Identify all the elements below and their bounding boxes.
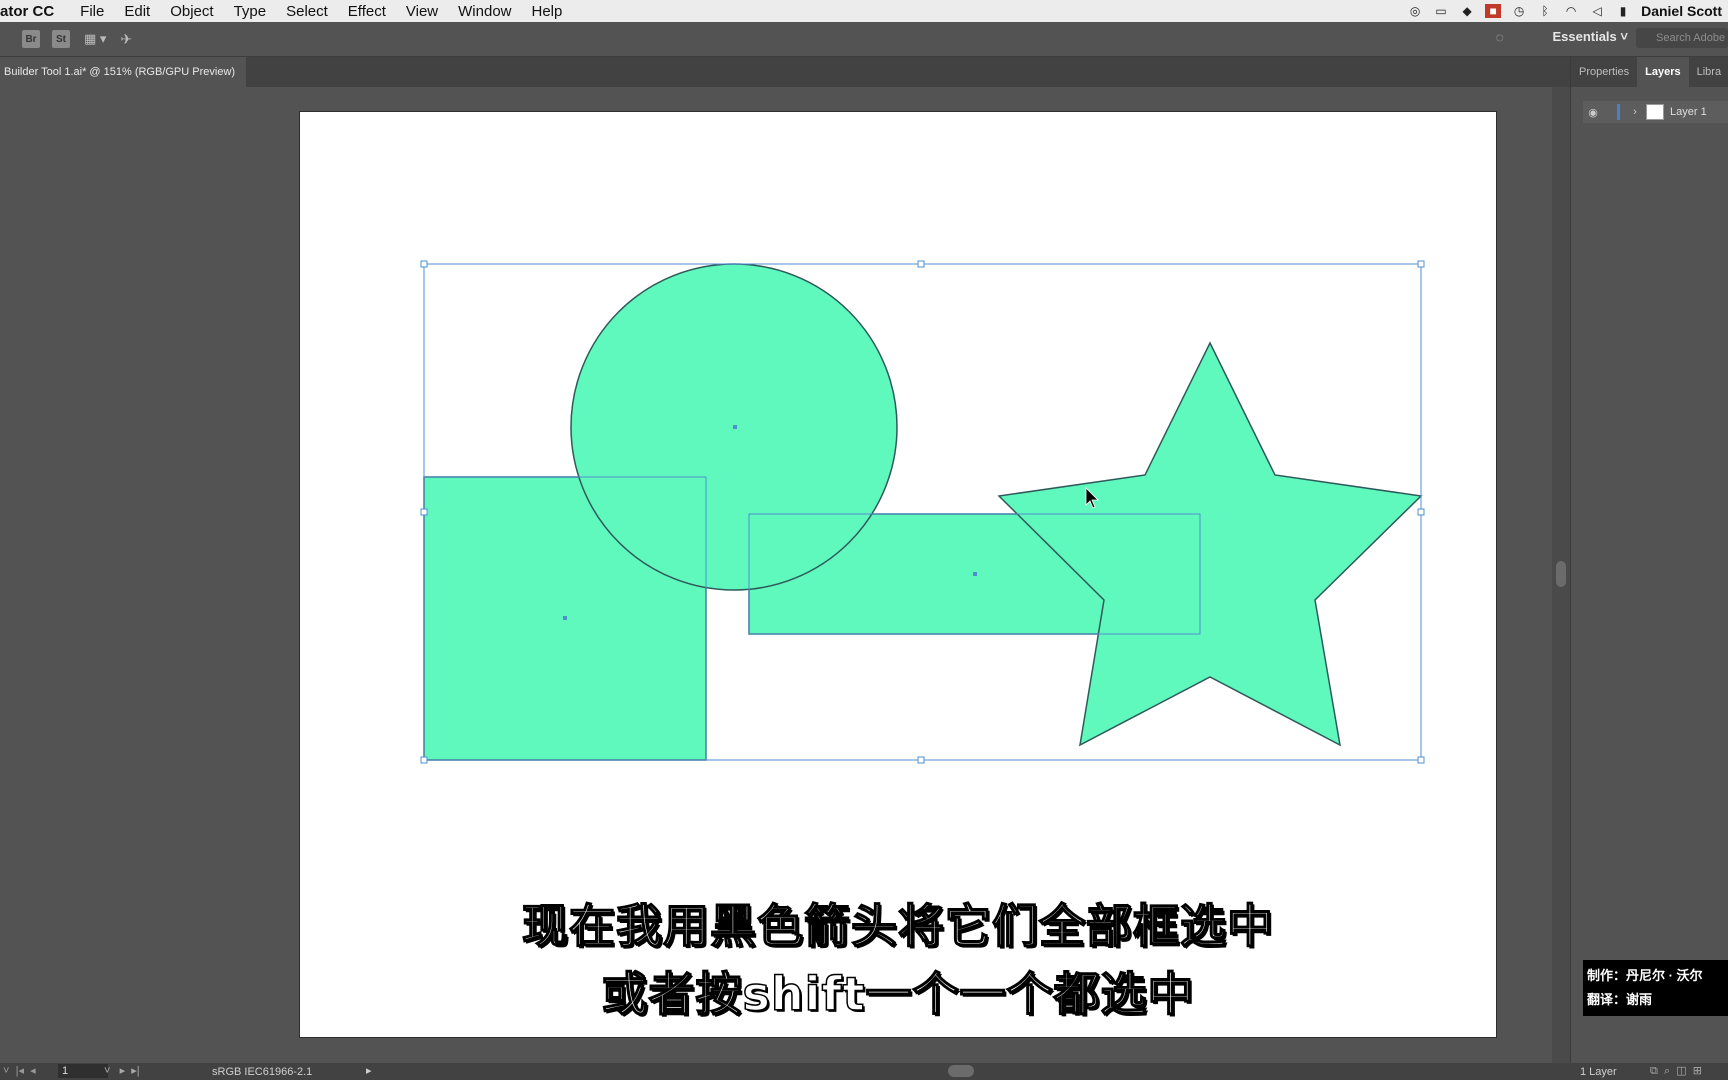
layer-count: 1 Layer [1580,1066,1617,1078]
handle-bottom-right[interactable] [1417,756,1425,764]
layer-color-marker [1617,104,1620,120]
layer-row[interactable]: ◉ › Layer 1 [1583,101,1728,123]
tab-properties[interactable]: Properties [1571,57,1637,87]
search-placeholder: Search Adobe [1656,32,1726,44]
star-shape[interactable] [997,341,1423,747]
volume-icon[interactable]: ◁ [1589,4,1605,18]
layers-panel: Properties Layers Libra ◉ › Layer 1 制作：丹… [1570,57,1728,1063]
subtitle-line-2: 或者按shift一个一个都选中 [601,966,1195,1022]
artboard-number-field[interactable]: 1 [58,1064,108,1078]
credit-box: 制作：丹尼尔 · 沃尔 翻译：谢雨 [1583,960,1728,1016]
credit-line-1: 制作：丹尼尔 · 沃尔 [1587,968,1703,983]
status-bar: ˅ |◂ ◂ 1 ˅ ▸ ▸| sRGB IEC61966-2.1 ▸ 1 La… [0,1063,1728,1080]
chevron-right-icon[interactable]: › [1628,106,1642,118]
square-center-point [563,616,567,620]
credit-line-2: 翻译：谢雨 [1587,992,1653,1007]
chevron-down-icon: ˅ [1620,29,1628,44]
user-name[interactable]: Daniel Scott [1641,3,1722,19]
handle-middle-left[interactable] [420,508,428,516]
search-adobe-stock[interactable]: Search Adobe [1636,28,1728,48]
subtitle-line-1: 现在我用黑色箭头将它们全部框选中 [521,898,1274,954]
handle-bottom-left[interactable] [420,756,428,764]
tab-layers[interactable]: Layers [1637,57,1689,87]
layer-thumbnail [1646,104,1664,120]
handle-top-left[interactable] [420,260,428,268]
tab-libraries[interactable]: Libra [1689,57,1728,87]
chevron-down-icon[interactable]: ˅ ▸ ▸| [104,1063,140,1080]
color-profile: sRGB IEC61966-2.1 [212,1066,313,1078]
artboard-nav-icons[interactable]: ˅ |◂ ◂ [0,1063,36,1080]
handle-middle-right[interactable] [1417,508,1425,516]
circle-center-point [733,425,737,429]
panel-tabs: Properties Layers Libra [1571,57,1728,87]
vertical-scroll-thumb[interactable] [1556,561,1566,587]
battery-icon[interactable]: ▮ [1615,4,1631,18]
layer-name[interactable]: Layer 1 [1670,106,1707,118]
horizontal-scroll-thumb[interactable] [948,1065,974,1077]
status-menu-arrow-icon[interactable]: ▸ [366,1063,372,1080]
vertical-scrollbar[interactable] [1552,87,1570,1063]
rectangle-center-point [973,572,977,576]
handle-top-right[interactable] [1417,260,1425,268]
eye-icon[interactable]: ◉ [1583,106,1603,119]
layer-panel-actions[interactable]: ⧉ ⌕ ◫ ⊞ [1650,1063,1702,1080]
handle-bottom-center[interactable] [917,756,925,764]
handle-top-center[interactable] [917,260,925,268]
